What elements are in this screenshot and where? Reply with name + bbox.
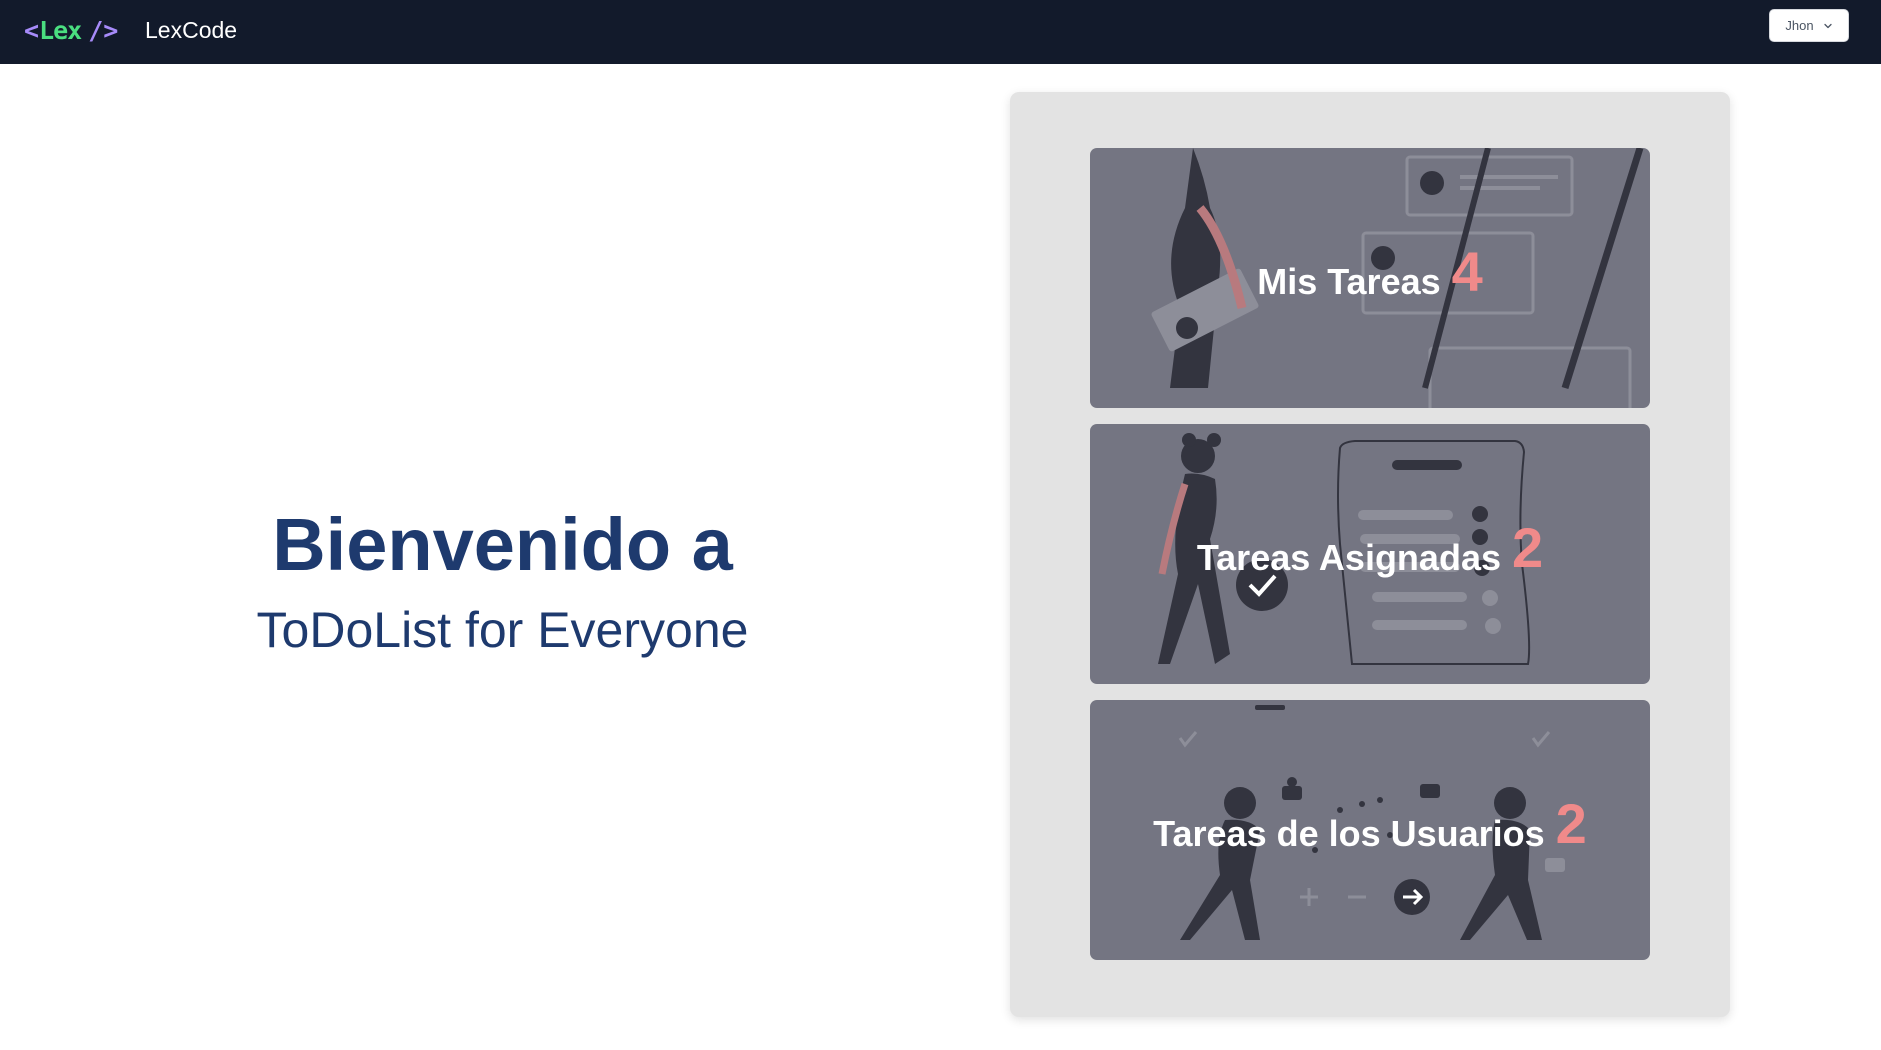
- card-label: Tareas de los Usuarios 2: [1090, 700, 1650, 960]
- card-tareas-usuarios[interactable]: Tareas de los Usuarios 2: [1090, 700, 1650, 960]
- cards-panel: Mis Tareas 4 Tareas Asignadas 2 Tareas d…: [1010, 92, 1730, 1017]
- card-title: Tareas Asignadas: [1196, 537, 1501, 578]
- logo-word: Lex: [39, 15, 82, 45]
- card-mis-tareas[interactable]: Mis Tareas 4: [1090, 148, 1650, 408]
- card-count: 4: [1451, 239, 1483, 303]
- logo-close-bracket: />: [88, 15, 119, 45]
- logo[interactable]: < Lex />: [24, 10, 118, 50]
- card-label: Tareas Asignadas 2: [1090, 424, 1650, 684]
- welcome-subtitle: ToDoList for Everyone: [256, 602, 749, 658]
- card-title: Mis Tareas: [1257, 261, 1441, 302]
- logo-open-bracket: <: [24, 15, 40, 45]
- card-label: Mis Tareas 4: [1090, 148, 1650, 408]
- brand-name[interactable]: LexCode: [145, 10, 237, 50]
- user-name: Jhon: [1785, 18, 1814, 33]
- welcome-section: Bienvenido a ToDoList for Everyone: [200, 495, 805, 665]
- card-tareas-asignadas[interactable]: Tareas Asignadas 2: [1090, 424, 1650, 684]
- chevron-down-icon: [1823, 23, 1832, 28]
- navbar: < Lex /> LexCode Jhon: [0, 0, 1881, 64]
- card-count: 2: [1555, 791, 1587, 855]
- user-menu-button[interactable]: Jhon: [1769, 9, 1849, 42]
- card-title: Tareas de los Usuarios: [1153, 813, 1545, 854]
- card-count: 2: [1511, 515, 1544, 579]
- welcome-title: Bienvenido a: [272, 503, 733, 586]
